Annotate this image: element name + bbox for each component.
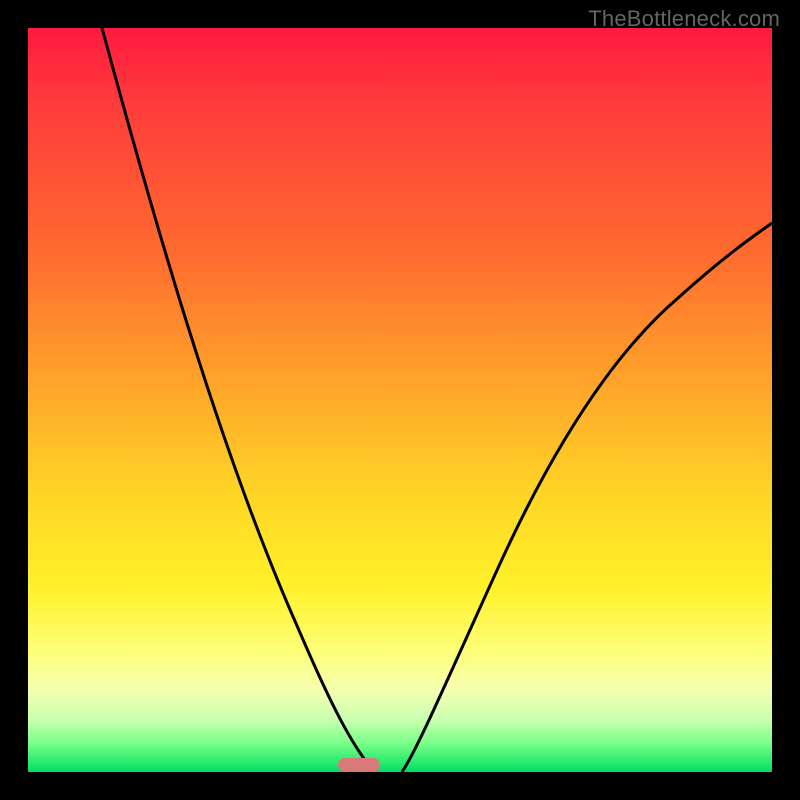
chart-frame: TheBottleneck.com xyxy=(0,0,800,800)
bottleneck-marker xyxy=(338,758,380,772)
watermark-text: TheBottleneck.com xyxy=(588,6,780,32)
chart-gradient-background xyxy=(28,28,772,772)
